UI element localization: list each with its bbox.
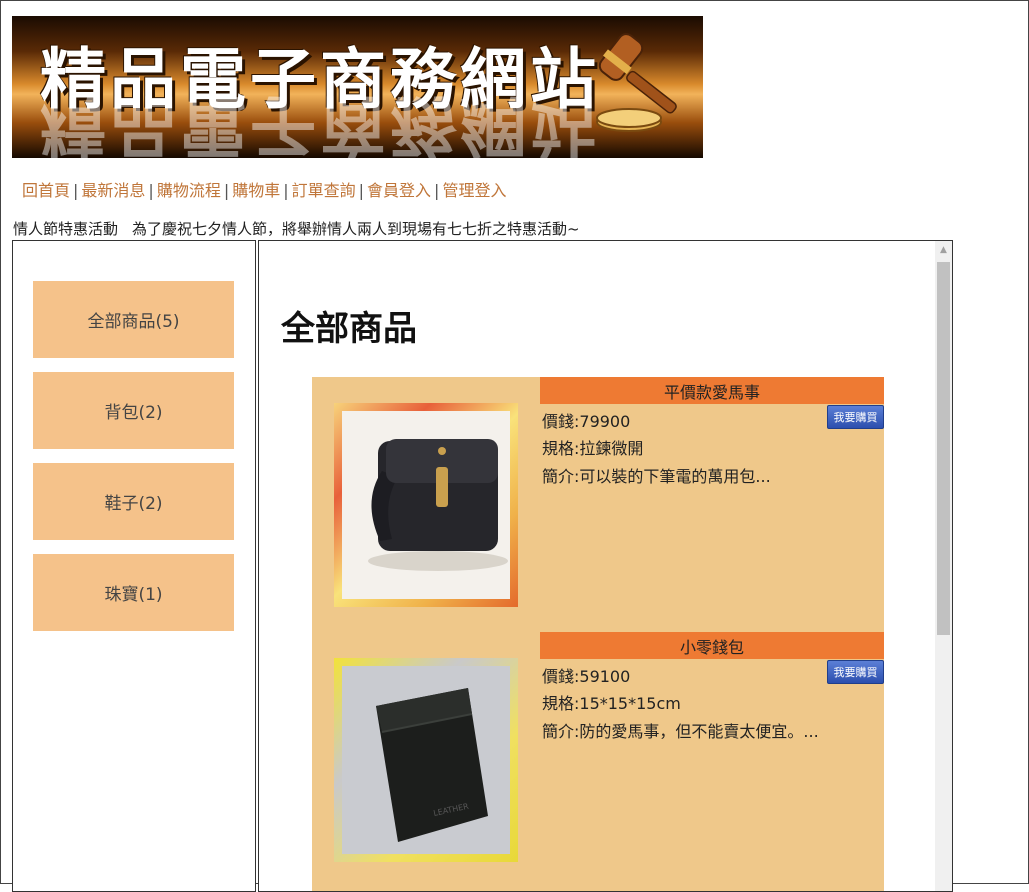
- main-nav: 回首頁 | 最新消息 | 購物流程 | 購物車 | 訂單查詢 | 會員登入 | 管理登入: [22, 177, 506, 201]
- category-all[interactable]: 全部商品(5): [33, 281, 234, 358]
- bag-photo: [342, 411, 510, 599]
- category-jewelry[interactable]: 珠寶(1): [33, 554, 234, 631]
- product-spec: 規格:15*15*15cm: [542, 694, 681, 713]
- category-label: 全部商品(5): [87, 312, 180, 332]
- scrollbar-thumb[interactable]: [937, 262, 950, 635]
- scroll-up-arrow-icon[interactable]: ▲: [935, 241, 952, 258]
- nav-separator: |: [148, 181, 154, 200]
- product-card: LEATHER 小零錢包 價錢:59100 規格:15*15*15cm 簡介:防…: [312, 632, 884, 886]
- nav-home[interactable]: 回首頁: [22, 181, 70, 200]
- nav-admin-login[interactable]: 管理登入: [442, 181, 506, 200]
- category-label: 珠寶(1): [104, 585, 163, 605]
- buy-button[interactable]: 我要購買: [827, 405, 884, 429]
- wallet-photo: LEATHER: [342, 666, 510, 854]
- category-label: 鞋子(2): [104, 494, 163, 514]
- product-name[interactable]: 平價款愛馬事: [540, 377, 884, 404]
- nav-separator: |: [73, 181, 79, 200]
- nav-separator: |: [283, 181, 289, 200]
- nav-member-login[interactable]: 會員登入: [367, 181, 431, 200]
- category-bags[interactable]: 背包(2): [33, 372, 234, 449]
- category-label: 背包(2): [104, 403, 163, 423]
- product-list: 平價款愛馬事 價錢:79900 規格:拉鍊微開 簡介:可以裝的下筆電的萬用包..…: [312, 377, 884, 891]
- page-title: 全部商品: [281, 309, 417, 349]
- buy-button[interactable]: 我要購買: [827, 660, 884, 684]
- nav-news[interactable]: 最新消息: [81, 181, 145, 200]
- product-image[interactable]: LEATHER: [334, 658, 518, 862]
- site-banner[interactable]: 精品電子商務網站 精品電子商務網站: [12, 16, 703, 158]
- product-name[interactable]: 小零錢包: [540, 632, 884, 659]
- nav-separator: |: [223, 181, 230, 200]
- nav-order-query[interactable]: 訂單查詢: [292, 181, 356, 200]
- nav-shopping-process[interactable]: 購物流程: [157, 181, 221, 200]
- nav-cart[interactable]: 購物車: [232, 181, 280, 200]
- product-spec: 規格:拉鍊微開: [542, 439, 644, 458]
- announcement-title: 情人節特惠活動: [13, 220, 119, 238]
- main-content[interactable]: 全部商品 平價款愛馬事 價錢:79900 規格:拉鍊微開 簡介:可以裝的下筆電的…: [258, 240, 953, 892]
- nav-separator: |: [434, 181, 440, 200]
- category-shoes[interactable]: 鞋子(2): [33, 463, 234, 540]
- announcement-marquee: 情人節特惠活動 為了慶祝七夕情人節，將舉辦情人兩人到現場有七七折之特惠活動~: [13, 218, 580, 239]
- product-description: 簡介:防的愛馬事，但不能賣太便宜。...: [542, 722, 819, 741]
- nav-separator: |: [358, 181, 365, 200]
- vertical-scrollbar[interactable]: ▲: [935, 241, 952, 891]
- product-price: 價錢:79900: [542, 412, 631, 431]
- gavel-icon: [596, 33, 677, 132]
- product-description: 簡介:可以裝的下筆電的萬用包...: [542, 467, 771, 486]
- site-title-reflection: 精品電子商務網站: [40, 87, 600, 158]
- category-sidebar: 全部商品(5) 背包(2) 鞋子(2) 珠寶(1): [12, 240, 256, 892]
- product-image[interactable]: [334, 403, 518, 607]
- product-card: 平價款愛馬事 價錢:79900 規格:拉鍊微開 簡介:可以裝的下筆電的萬用包..…: [312, 377, 884, 631]
- announcement-text: 為了慶祝七夕情人節，將舉辦情人兩人到現場有七七折之特惠活動~: [132, 220, 580, 238]
- product-price: 價錢:59100: [542, 667, 631, 686]
